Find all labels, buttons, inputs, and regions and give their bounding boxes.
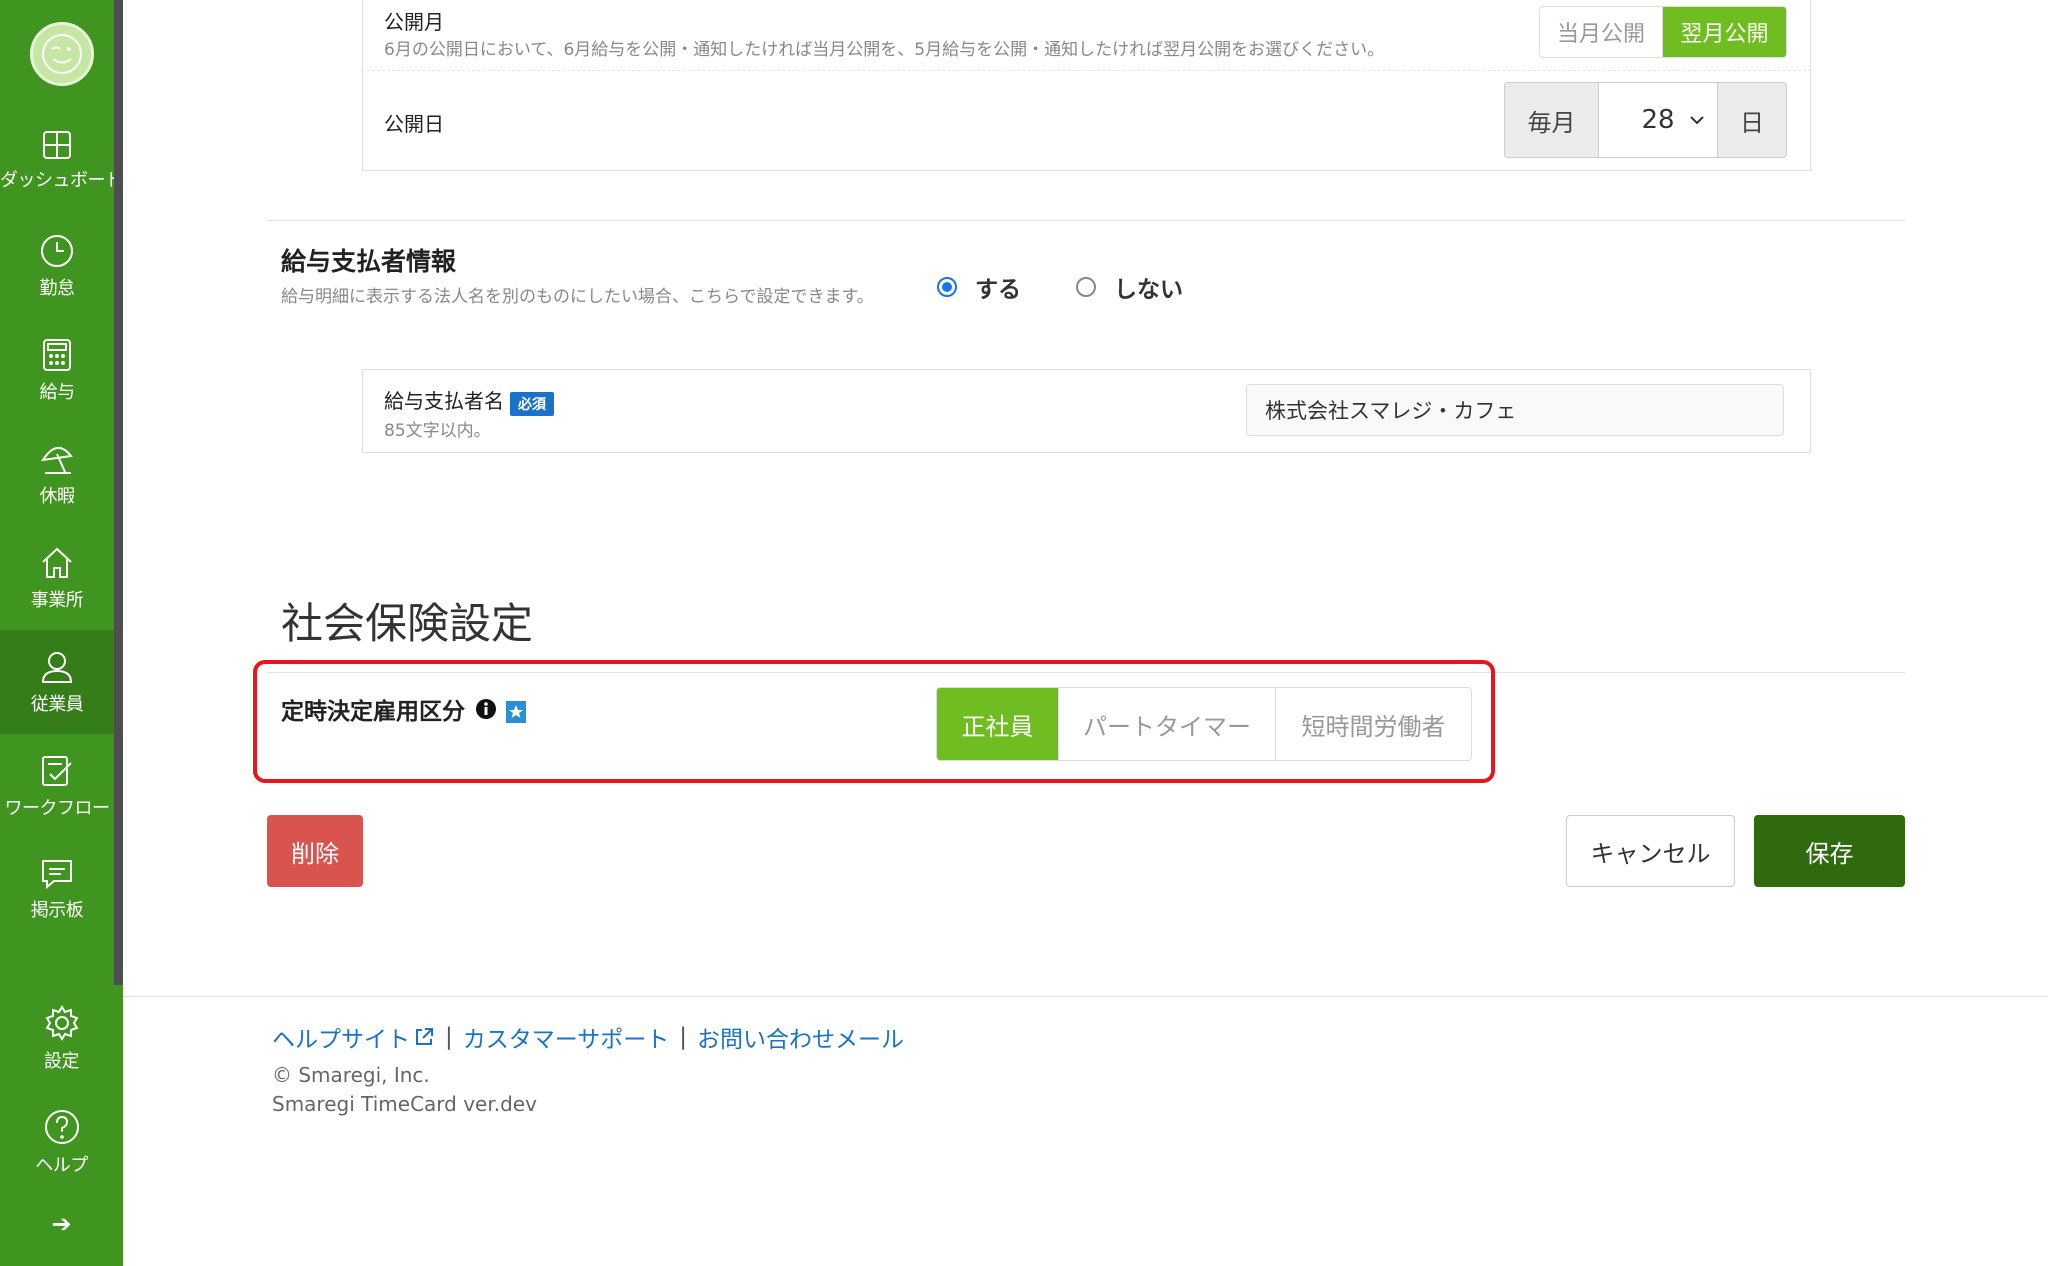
sidebar-item-dashboard[interactable]: ダッシュボード xyxy=(0,110,123,214)
beach-umbrella-icon xyxy=(40,447,73,474)
sidebar-item-label: 休暇 xyxy=(39,486,76,507)
delete-button[interactable]: 削除 xyxy=(267,815,363,887)
sidebar-item-workflow[interactable]: ワークフロー xyxy=(0,734,114,838)
help-icon xyxy=(44,1110,79,1144)
sidebar-item-payroll[interactable]: 給与 xyxy=(0,318,114,422)
publish-day-label: 公開日 xyxy=(384,112,444,136)
external-link-icon xyxy=(416,1028,433,1045)
suffix-day: 日 xyxy=(1718,83,1786,157)
sidebar-item-employees[interactable]: 従業員 xyxy=(0,630,114,734)
message-icon xyxy=(42,860,72,890)
payer-info-hint: 給与明細に表示する法人名を別のものにしたい場合、こちらで設定できます。 xyxy=(281,287,874,307)
home-icon xyxy=(42,547,72,578)
prefix-every-month: 毎月 xyxy=(1505,83,1598,157)
social-insurance-title: 社会保険設定 xyxy=(281,599,534,648)
publish-month-label: 公開月 xyxy=(384,10,444,34)
help-site-link[interactable]: ヘルプサイト xyxy=(272,1020,410,1054)
wink-face-icon xyxy=(42,34,82,74)
sidebar-item-settings[interactable]: 設定 xyxy=(0,985,123,1089)
radio-enable-label: する xyxy=(975,277,1021,303)
user-icon xyxy=(41,652,73,683)
dashboard-icon xyxy=(43,131,71,159)
version-text: Smaregi TimeCard ver.dev xyxy=(272,1092,537,1116)
sidebar-item-attendance[interactable]: 勤怠 xyxy=(0,214,114,318)
cancel-button[interactable]: キャンセル xyxy=(1566,815,1735,887)
sidebar-item-label: ダッシュボード xyxy=(0,170,123,191)
sidebar-item-board[interactable]: 掲示板 xyxy=(0,838,114,942)
publish-day-input-group: 毎月 28 日 xyxy=(1504,82,1787,158)
sidebar-item-label: ワークフロー xyxy=(4,798,111,819)
sidebar-item-label: 勤怠 xyxy=(39,278,76,299)
publish-day-select[interactable]: 28 xyxy=(1598,83,1718,157)
sidebar-item-label: 事業所 xyxy=(30,590,84,611)
customer-support-link[interactable]: カスタマーサポート xyxy=(463,1020,670,1054)
contact-mail-link[interactable]: お問い合わせメール xyxy=(697,1020,904,1054)
sidebar-item-label: 掲示板 xyxy=(30,900,84,921)
copyright: © Smaregi, Inc. xyxy=(272,1063,430,1087)
sidebar: ダッシュボード 勤怠 給与 休暇 事業所 従業員 ワークフロー 掲示板 設定 ヘ… xyxy=(0,0,123,1266)
option-current-month[interactable]: 当月公開 xyxy=(1540,7,1662,57)
radio-dot-unchecked xyxy=(1076,277,1096,297)
sidebar-item-help[interactable]: ヘルプ xyxy=(0,1089,123,1193)
gear-icon xyxy=(45,1005,78,1041)
radio-dot-checked xyxy=(937,277,957,297)
chevron-down-icon xyxy=(1690,116,1704,125)
option-next-month[interactable]: 翌月公開 xyxy=(1662,7,1786,57)
radio-disable-label: しない xyxy=(1114,277,1183,303)
calculator-icon xyxy=(43,339,71,371)
clock-icon xyxy=(41,235,73,267)
sidebar-item-leave[interactable]: 休暇 xyxy=(0,422,114,526)
footer-links: ヘルプサイト | カスタマーサポート | お問い合わせメール xyxy=(272,1020,904,1054)
publish-month-toggle: 当月公開 翌月公開 xyxy=(1539,6,1787,58)
avatar[interactable] xyxy=(30,22,94,86)
payer-name-label: 給与支払者名 xyxy=(384,389,504,413)
save-button[interactable]: 保存 xyxy=(1754,815,1905,887)
sidebar-item-office[interactable]: 事業所 xyxy=(0,526,114,630)
expand-arrow-icon[interactable]: ➔ xyxy=(0,1210,123,1238)
sidebar-item-label: 設定 xyxy=(44,1051,80,1072)
sidebar-item-label: ヘルプ xyxy=(35,1155,88,1176)
required-badge: 必須 xyxy=(510,391,554,416)
payer-name-hint: 85文字以内。 xyxy=(384,421,491,441)
radio-enable[interactable]: する xyxy=(937,270,1021,304)
publish-day-value: 28 xyxy=(1641,105,1675,135)
sidebar-scrollbar[interactable] xyxy=(114,0,123,985)
footer-separator: | xyxy=(679,1024,688,1050)
highlight-box xyxy=(253,660,1495,783)
sidebar-item-label: 従業員 xyxy=(30,694,84,715)
divider xyxy=(267,220,1905,221)
payer-name-input[interactable]: 株式会社スマレジ・カフェ xyxy=(1246,384,1784,436)
sidebar-item-label: 給与 xyxy=(39,382,76,403)
footer-divider xyxy=(123,996,2048,997)
workflow-icon xyxy=(42,756,72,786)
footer-separator: | xyxy=(445,1024,453,1050)
radio-disable[interactable]: しない xyxy=(1076,270,1183,304)
payer-info-title: 給与支払者情報 xyxy=(281,247,457,276)
publish-month-hint: 6月の公開日において、6月給与を公開・通知したければ当月公開を、5月給与を公開・… xyxy=(384,40,1385,60)
